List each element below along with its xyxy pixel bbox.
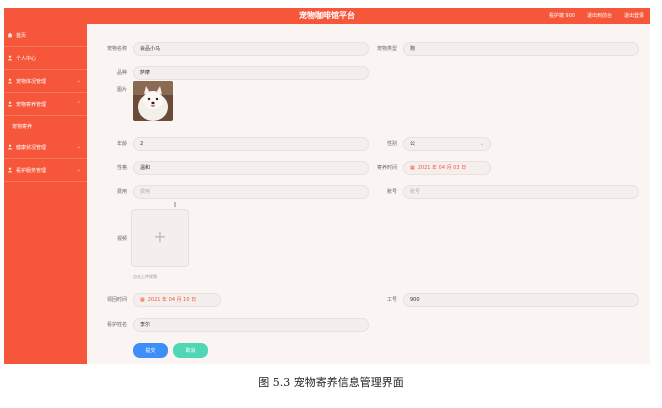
pet-name-input[interactable]: 会品小马 (133, 42, 369, 56)
gender-value: 公 (410, 141, 416, 147)
plus-icon: + (153, 227, 167, 246)
form-area: 宠物名称 会品小马 宠物类型 狗 品种 萨摩 图片 年龄 2 性别 公 ⌄ 性格… (87, 24, 650, 364)
sidebar-subitem-foster[interactable]: 宠物寄养 (4, 116, 87, 136)
foster-time-value: 2021 年 04 月 03 日 (417, 165, 467, 171)
sidebar-item-label: 首页 (16, 32, 27, 39)
sidebar-item-home[interactable]: 首页 (4, 24, 87, 47)
submit-button[interactable]: 提交 (133, 343, 168, 358)
sidebar-item-profile[interactable]: 个人中心 (4, 47, 87, 70)
image-label: 图片 (116, 87, 127, 93)
person-icon (7, 144, 13, 150)
person-icon (7, 55, 13, 61)
gender-select[interactable]: 公 ⌄ (403, 137, 491, 151)
pet-type-label: 宠物类型 (376, 46, 397, 52)
upload-hint: 点击上传视频 (133, 274, 157, 279)
person-icon (7, 167, 13, 173)
chevron-down-icon: ⌄ (76, 78, 81, 84)
caretaker-label: 看护姓名 (106, 322, 127, 328)
job-no-label: 工号 (386, 297, 397, 303)
exit-to-frontend-link[interactable]: 退出到前台 (587, 11, 612, 21)
sidebar-item-label: 健康状况管理 (16, 144, 47, 151)
return-time-label: 领回时间 (106, 297, 127, 303)
age-input[interactable]: 2 (133, 137, 369, 151)
chevron-up-icon: ⌃ (76, 101, 81, 107)
temperament-label: 性格 (116, 165, 127, 171)
gender-label: 性别 (386, 141, 397, 147)
fee-input[interactable]: 费用 (133, 185, 369, 199)
fee-label: 费用 (116, 189, 127, 195)
person-icon (7, 78, 13, 84)
sidebar-item-health[interactable]: 健康状况管理 ⌄ (4, 136, 87, 159)
sidebar-item-label: 个人中心 (16, 55, 37, 62)
job-no-input[interactable]: 900 (403, 293, 639, 307)
pet-name-label: 宠物名称 (106, 46, 127, 52)
top-bar: 宠物咖啡馆平台 看护端 900 退出到前台 退出登录 (4, 8, 650, 24)
person-icon (7, 101, 13, 107)
breed-label: 品种 (116, 70, 127, 76)
chevron-down-icon: ⌄ (76, 167, 81, 173)
breed-input[interactable]: 萨摩 (133, 66, 369, 80)
chevron-down-icon: ⌄ (76, 144, 81, 150)
account-label: 账号 (386, 189, 397, 195)
video-upload-button[interactable]: + (131, 209, 189, 267)
calendar-icon: ▦ (140, 297, 145, 303)
sidebar-item-pet-condition[interactable]: 宠物体况管理 ⌄ (4, 70, 87, 93)
samoyed-dog-image (133, 81, 173, 121)
sidebar: 首页 个人中心 宠物体况管理 ⌄ 宠物寄养管理 ⌃ 宠物寄养 健康状况管理 ⌄ … (4, 24, 87, 364)
foster-time-label: 寄养时间 (376, 165, 397, 171)
figure-caption: 图 5.3 宠物寄养信息管理界面 (258, 376, 404, 389)
sidebar-item-care-service[interactable]: 看护服务管理 ⌄ (4, 159, 87, 182)
text-cursor-icon: I (174, 201, 177, 209)
pet-type-input[interactable]: 狗 (403, 42, 639, 56)
video-label: 视频 (116, 236, 127, 242)
calendar-icon: ▦ (410, 165, 415, 171)
chevron-down-icon: ⌄ (479, 141, 484, 147)
return-time-picker[interactable]: ▦ 2021 年 04 月 10 日 (133, 293, 221, 307)
user-label: 看护端 900 (548, 13, 575, 19)
age-label: 年龄 (116, 141, 127, 147)
cancel-button[interactable]: 取消 (173, 343, 208, 358)
return-time-value: 2021 年 04 月 10 日 (147, 297, 197, 303)
topbar-links: 看护端 900 退出到前台 退出登录 (549, 11, 644, 21)
logout-link[interactable]: 退出登录 (624, 11, 644, 21)
pet-photo[interactable] (133, 81, 173, 121)
sidebar-item-label: 宠物体况管理 (16, 78, 47, 85)
sidebar-item-label: 看护服务管理 (16, 167, 47, 174)
app-window: 宠物咖啡馆平台 看护端 900 退出到前台 退出登录 首页 个人中心 宠物体况管… (4, 8, 650, 364)
caretaker-input[interactable]: 李尔 (133, 318, 369, 332)
foster-time-picker[interactable]: ▦ 2021 年 04 月 03 日 (403, 161, 491, 175)
home-icon (7, 32, 13, 38)
sidebar-item-label: 宠物寄养管理 (16, 101, 47, 108)
sidebar-item-pet-foster[interactable]: 宠物寄养管理 ⌃ (4, 93, 87, 116)
temperament-input[interactable]: 温和 (133, 161, 369, 175)
account-input[interactable]: 账号 (403, 185, 639, 199)
